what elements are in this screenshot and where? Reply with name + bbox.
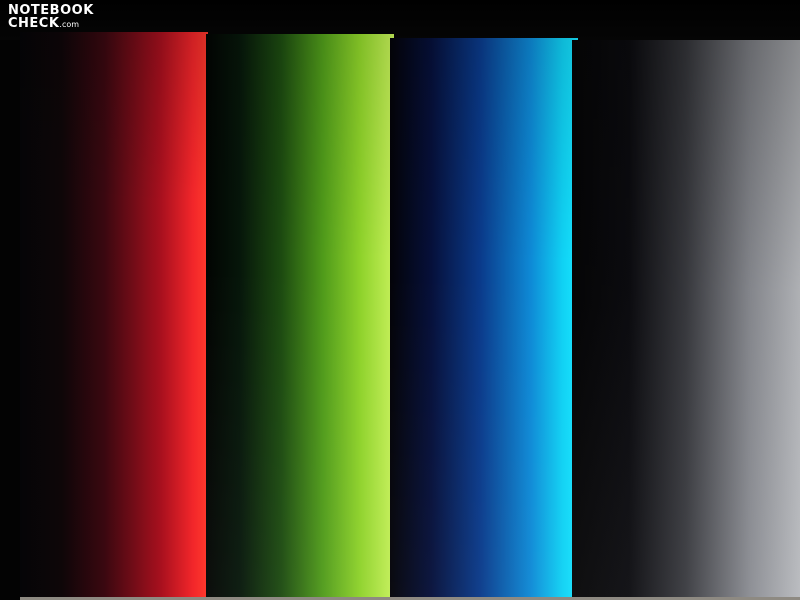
logo-line-2: CHECK.com [8,17,94,31]
monitor-photo: NOTEBOOK CHECK.com [0,0,800,600]
logo-check-text: CHECK [8,16,60,31]
gray-gradient-bar [572,40,800,598]
green-gradient-bar [206,34,394,598]
notebookcheck-logo: NOTEBOOK CHECK.com [8,4,94,31]
logo-dotcom-text: .com [59,20,80,29]
blue-gradient-bar [390,38,578,598]
red-gradient-bar [20,32,208,598]
